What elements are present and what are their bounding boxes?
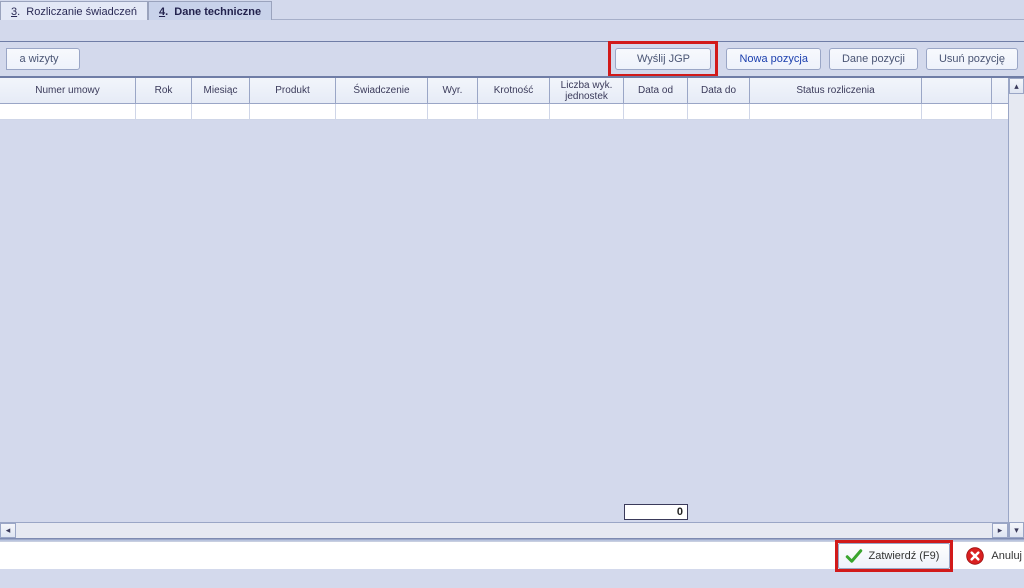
col-produkt[interactable]: Produkt xyxy=(250,78,336,103)
scroll-track-h[interactable] xyxy=(16,523,992,538)
col-miesiac[interactable]: Miesiąc xyxy=(192,78,250,103)
col-rok[interactable]: Rok xyxy=(136,78,192,103)
tab-label: Dane techniczne xyxy=(174,6,261,18)
col-numer-umowy[interactable]: Numer umowy xyxy=(0,78,136,103)
send-jgp-button[interactable]: Wyślij JGP xyxy=(615,48,711,70)
col-data-od[interactable]: Data od xyxy=(624,78,688,103)
toolbar: a wizyty Wyślij JGP Nowa pozycja Dane po… xyxy=(0,42,1024,76)
button-label: Wyślij JGP xyxy=(637,53,690,65)
scroll-left-button[interactable]: ◂ xyxy=(0,523,16,538)
col-blank[interactable] xyxy=(922,78,992,103)
vertical-scrollbar[interactable]: ▴ ▾ xyxy=(1008,78,1024,538)
confirm-button[interactable]: Zatwierdź (F9) xyxy=(838,543,951,569)
tab-rozliczanie-swiadczen[interactable]: 3. Rozliczanie świadczeń xyxy=(0,1,148,20)
button-label: a wizyty xyxy=(19,53,58,65)
tabs-bar: 3. Rozliczanie świadczeń 4. Dane technic… xyxy=(0,0,1024,20)
cancel-button[interactable]: Anuluj xyxy=(959,543,1022,569)
grid-footer: 0 xyxy=(0,504,1008,522)
check-icon xyxy=(845,547,863,565)
col-data-do[interactable]: Data do xyxy=(688,78,750,103)
scroll-down-button[interactable]: ▾ xyxy=(1009,522,1024,538)
highlight-send-jgp: Wyślij JGP xyxy=(608,41,718,77)
button-label: Dane pozycji xyxy=(842,53,905,65)
col-liczba-wyk-jednostek[interactable]: Liczba wyk. jednostek xyxy=(550,78,624,103)
sum-box: 0 xyxy=(624,504,688,520)
cancel-icon xyxy=(965,546,985,566)
bottom-action-bar: Zatwierdź (F9) Anuluj xyxy=(0,541,1024,569)
wizyty-button-truncated[interactable]: a wizyty xyxy=(6,48,80,70)
col-wyr[interactable]: Wyr. xyxy=(428,78,478,103)
grid-area: Numer umowy Rok Miesiąc Produkt Świadcze… xyxy=(0,76,1024,538)
button-label: Anuluj xyxy=(991,550,1022,562)
highlight-confirm: Zatwierdź (F9) xyxy=(835,540,954,572)
position-data-button[interactable]: Dane pozycji xyxy=(829,48,918,70)
delete-position-button[interactable]: Usuń pozycję xyxy=(926,48,1018,70)
grid-header-row: Numer umowy Rok Miesiąc Produkt Świadcze… xyxy=(0,78,1008,104)
col-swiadczenie[interactable]: Świadczenie xyxy=(336,78,428,103)
col-status-rozliczenia[interactable]: Status rozliczenia xyxy=(750,78,922,103)
tab-num-underline: 4 xyxy=(159,6,165,18)
col-krotnosc[interactable]: Krotność xyxy=(478,78,550,103)
horizontal-scrollbar[interactable]: ◂ ▸ xyxy=(0,522,1008,538)
button-label: Nowa pozycja xyxy=(739,53,807,65)
tab-dane-techniczne[interactable]: 4. Dane techniczne xyxy=(148,1,272,20)
tab-num-underline: 3 xyxy=(11,6,17,18)
sum-value: 0 xyxy=(677,506,683,518)
top-blank-area xyxy=(0,20,1024,42)
scroll-track[interactable] xyxy=(1009,94,1024,522)
button-label: Zatwierdź (F9) xyxy=(869,550,940,562)
button-label: Usuń pozycję xyxy=(939,53,1005,65)
grid-empty-row[interactable] xyxy=(0,104,1008,120)
new-position-button[interactable]: Nowa pozycja xyxy=(726,48,820,70)
scroll-up-button[interactable]: ▴ xyxy=(1009,78,1024,94)
tab-label: Rozliczanie świadczeń xyxy=(26,6,137,18)
scroll-right-button[interactable]: ▸ xyxy=(992,523,1008,538)
